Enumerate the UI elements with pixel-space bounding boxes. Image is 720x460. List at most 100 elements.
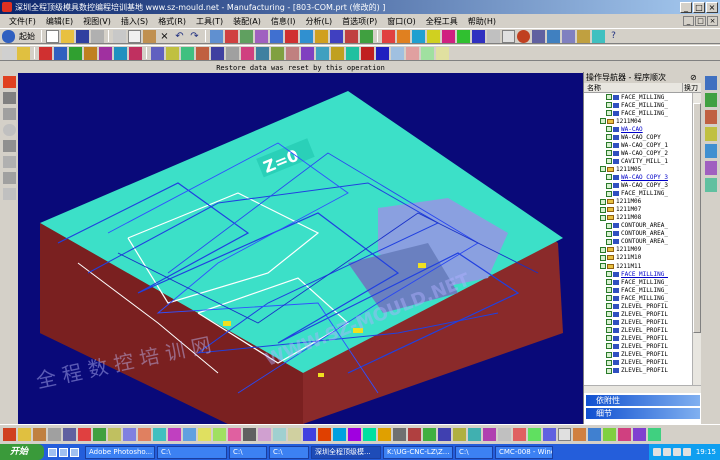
panel-attached[interactable]: 依附性 bbox=[586, 395, 700, 406]
program-group-row[interactable]: 1211M05 bbox=[584, 165, 692, 173]
task-button-explorer[interactable]: C:\ bbox=[455, 445, 493, 459]
operation-row[interactable]: FACE_MILLING_ bbox=[584, 294, 692, 302]
shaded-view-icon[interactable] bbox=[285, 29, 298, 43]
tool-icon-22[interactable] bbox=[318, 428, 331, 441]
operation-row[interactable]: FACE_MILLING_ bbox=[584, 286, 692, 294]
menu-custom-tools[interactable]: 全程工具 bbox=[421, 16, 463, 27]
print-icon[interactable] bbox=[91, 29, 104, 43]
operation-row[interactable]: ZLEVEL_PROFIL bbox=[584, 359, 692, 367]
operation-row[interactable]: ZLEVEL_PROFIL bbox=[584, 367, 692, 375]
roles-tab-icon[interactable] bbox=[704, 161, 717, 175]
menu-view[interactable]: 视图(V) bbox=[78, 16, 116, 27]
program-order-view-icon[interactable] bbox=[39, 46, 52, 60]
tray-icon[interactable] bbox=[672, 448, 681, 456]
task-button-nx[interactable]: 深圳全程顶级模... bbox=[311, 445, 381, 459]
layer-icon[interactable] bbox=[315, 29, 328, 43]
tool-icon-25[interactable] bbox=[363, 428, 376, 441]
part-tab-icon[interactable] bbox=[704, 110, 717, 124]
tool-icon-18[interactable] bbox=[258, 428, 271, 441]
op-icon-1[interactable] bbox=[99, 46, 112, 60]
ops-icon-16[interactable] bbox=[331, 46, 344, 60]
tool-icon-29[interactable] bbox=[423, 428, 436, 441]
view-iso-icon[interactable] bbox=[360, 29, 373, 43]
ops-icon-12[interactable] bbox=[271, 46, 284, 60]
tool-icon-23[interactable] bbox=[333, 428, 346, 441]
delete-icon[interactable]: × bbox=[158, 29, 171, 43]
create-operation-icon[interactable] bbox=[442, 29, 455, 43]
task-button-explorer[interactable]: C:\ bbox=[157, 445, 227, 459]
part-model-view[interactable]: Z=0 WWW.SZ-MOULD.NET 全 程 数 控 培 训 网 bbox=[18, 73, 583, 424]
ops-icon-7[interactable] bbox=[196, 46, 209, 60]
tool-icon-20[interactable] bbox=[288, 428, 301, 441]
create-geometry-icon[interactable] bbox=[412, 29, 425, 43]
sphere-icon[interactable] bbox=[517, 29, 530, 43]
help-icon[interactable]: ? bbox=[607, 29, 620, 43]
tool-icon-14[interactable] bbox=[198, 428, 211, 441]
tool-icon-2[interactable] bbox=[18, 428, 31, 441]
menu-assembly[interactable]: 装配(A) bbox=[228, 16, 266, 27]
operation-row[interactable]: ZLEVEL_PROFIL bbox=[584, 334, 692, 342]
program-group-row[interactable]: 1211M09 bbox=[584, 246, 692, 254]
machine-tool-view-icon[interactable] bbox=[54, 46, 67, 60]
tool-icon-19[interactable] bbox=[273, 428, 286, 441]
close-button[interactable]: × bbox=[706, 1, 718, 13]
tool-icon-6[interactable] bbox=[78, 428, 91, 441]
menu-analysis[interactable]: 分析(L) bbox=[300, 16, 337, 27]
create-program-icon[interactable] bbox=[382, 29, 395, 43]
menu-format[interactable]: 格式(R) bbox=[153, 16, 191, 27]
tool-icon-32[interactable] bbox=[468, 428, 481, 441]
create-method-icon[interactable] bbox=[427, 29, 440, 43]
tool-icon-43[interactable] bbox=[633, 428, 646, 441]
quick-launch-icon[interactable] bbox=[70, 447, 79, 457]
operation-row[interactable]: CONTOUR_AREA_ bbox=[584, 230, 692, 238]
ops-icon-13[interactable] bbox=[286, 46, 299, 60]
task-button-photoshop[interactable]: Adobe Photosho... bbox=[85, 445, 155, 459]
circle-icon[interactable] bbox=[2, 124, 16, 136]
ops-icon-14[interactable] bbox=[301, 46, 314, 60]
tool-icon-17[interactable] bbox=[243, 428, 256, 441]
menu-edit[interactable]: 编辑(E) bbox=[41, 16, 78, 27]
tool-icon-5[interactable] bbox=[63, 428, 76, 441]
operation-row[interactable]: ZLEVEL_PROFIL bbox=[584, 342, 692, 350]
pin-icon[interactable]: ⊘ bbox=[690, 72, 698, 83]
cut-icon[interactable] bbox=[113, 29, 126, 43]
operation-row[interactable]: ZLEVEL_PROFIL bbox=[584, 326, 692, 334]
arc-icon[interactable] bbox=[2, 108, 16, 120]
program-group-row[interactable]: 1211M06 bbox=[584, 198, 692, 206]
cylinder-icon[interactable] bbox=[547, 29, 560, 43]
program-group-row[interactable]: 1211M10 bbox=[584, 254, 692, 262]
ops-icon-10[interactable] bbox=[241, 46, 254, 60]
open-folder-icon[interactable] bbox=[61, 29, 74, 43]
wireframe-icon[interactable] bbox=[300, 29, 313, 43]
operation-row[interactable]: WA-CAO_COPY_2 bbox=[584, 149, 692, 157]
ops-icon-21[interactable] bbox=[406, 46, 419, 60]
scroll-thumb[interactable] bbox=[693, 103, 701, 333]
minimize-button[interactable]: _ bbox=[680, 1, 692, 13]
operation-row[interactable]: WA-CAO_COPY_3 bbox=[584, 182, 692, 190]
ops-icon-17[interactable] bbox=[346, 46, 359, 60]
ops-icon-23[interactable] bbox=[436, 46, 449, 60]
postprocess-icon[interactable] bbox=[487, 29, 500, 43]
tool-icon-42[interactable] bbox=[618, 428, 631, 441]
tool-icon-12[interactable] bbox=[168, 428, 181, 441]
analysis-icon[interactable] bbox=[592, 29, 605, 43]
doc-restore-button[interactable]: □ bbox=[695, 16, 706, 26]
ops-icon-11[interactable] bbox=[256, 46, 269, 60]
tray-icon[interactable] bbox=[652, 448, 661, 456]
snap-icon[interactable] bbox=[17, 46, 30, 60]
tool-icon-9[interactable] bbox=[123, 428, 136, 441]
method-view-icon[interactable] bbox=[84, 46, 97, 60]
operation-row[interactable]: WA-CAO_COPY bbox=[584, 133, 692, 141]
tool-icon-30[interactable] bbox=[438, 428, 451, 441]
spline-icon[interactable] bbox=[2, 156, 16, 168]
operation-row[interactable]: ZLEVEL_PROFIL bbox=[584, 318, 692, 326]
generate-path-icon[interactable] bbox=[457, 29, 470, 43]
panel-details[interactable]: 细节 bbox=[586, 408, 700, 419]
tool-icon-1[interactable] bbox=[3, 428, 16, 441]
redo-icon[interactable]: ↷ bbox=[188, 29, 201, 43]
task-button-folder[interactable]: K:\UG-CNC-LZ\Z... bbox=[383, 445, 453, 459]
program-group-row[interactable]: 1211M08 bbox=[584, 214, 692, 222]
operation-row[interactable]: ZLEVEL_PROFIL bbox=[584, 310, 692, 318]
tool-icon-27[interactable] bbox=[393, 428, 406, 441]
operation-row[interactable]: ZLEVEL_PROFIL bbox=[584, 351, 692, 359]
